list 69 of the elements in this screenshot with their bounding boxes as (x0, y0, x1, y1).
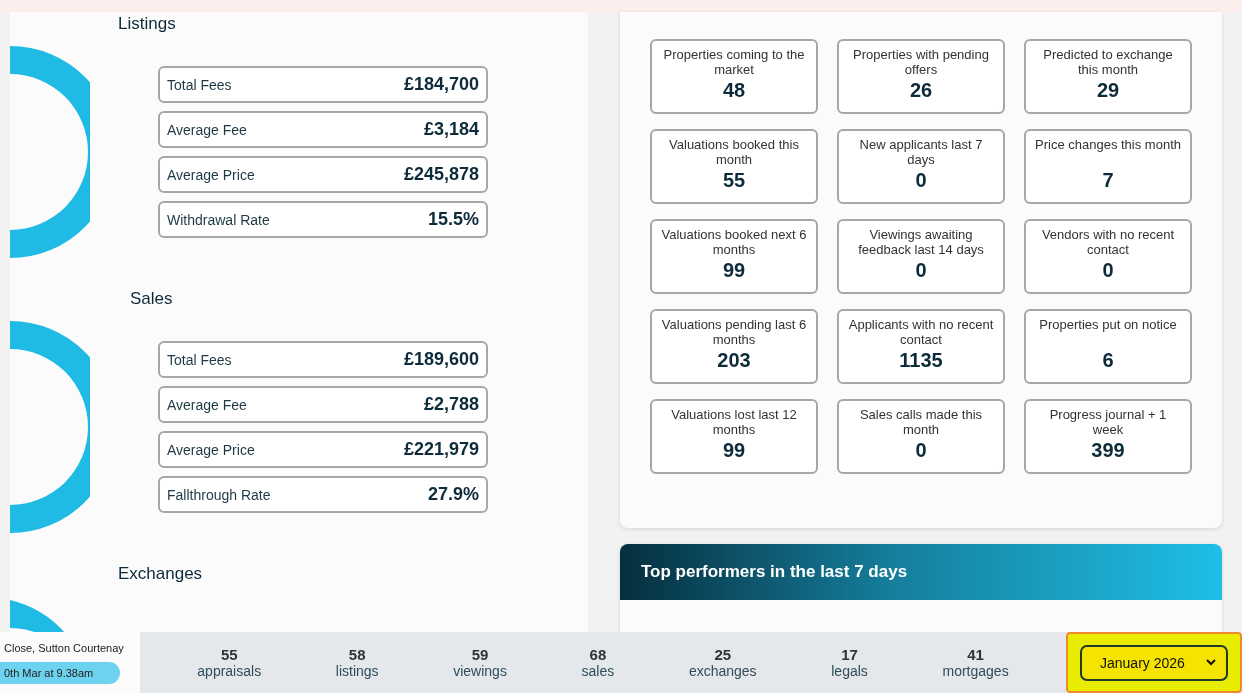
stat-label: Average Price (167, 166, 255, 183)
stat-label: Average Price (167, 441, 255, 458)
kpi-value: 0 (915, 439, 927, 462)
footer-stat-value: 68 (589, 646, 607, 663)
kpi-value: 7 (1102, 169, 1114, 192)
section-title: Sales (130, 289, 174, 310)
month-dropdown[interactable]: January 2026 (1080, 644, 1228, 681)
footer-stat-label: legals (831, 663, 868, 679)
kpi-value: 0 (1102, 259, 1114, 282)
footer-stat-label: sales (581, 663, 615, 679)
stat-value: £184,700 (403, 74, 479, 95)
kpi-value: 48 (722, 79, 746, 102)
address-text: Close, Sutton Courtenay (3, 641, 125, 654)
footer-stat-value: 25 (714, 646, 732, 663)
kpi-value: 203 (717, 349, 751, 372)
kpi-value: 399 (1091, 439, 1125, 462)
footer-stat-value: 58 (348, 646, 366, 663)
kpi-value: 1135 (899, 349, 943, 372)
top-performers-title: Top performers in the last 7 days (641, 562, 908, 582)
kpi-label: Viewings awaiting feedback last 14 days (857, 227, 985, 257)
kpi-value: 55 (722, 169, 746, 192)
section-title: Exchanges (118, 564, 204, 585)
stat-label: Total Fees (167, 76, 232, 93)
stat-value: £245,878 (403, 164, 479, 185)
stat-label: Total Fees (167, 351, 232, 368)
stat-value: £221,979 (403, 439, 479, 460)
footer-stat-label: appraisals (197, 663, 262, 679)
kpi-label: Valuations booked next 6 months (661, 227, 807, 257)
kpi-label: New applicants last 7 days (858, 137, 984, 167)
kpi-label: Price changes this month (1035, 137, 1181, 154)
kpi-value: 0 (915, 169, 927, 192)
stat-value: 15.5% (427, 209, 479, 230)
footer-stat-label: viewings (453, 663, 507, 679)
stat-value: £3,184 (423, 119, 479, 140)
kpi-value: 0 (915, 259, 927, 282)
kpi-value: 99 (722, 259, 746, 282)
kpi-label: Vendors with no recent contact (1040, 227, 1176, 257)
kpi-value: 29 (1096, 79, 1120, 102)
stat-label: Withdrawal Rate (167, 211, 270, 228)
kpi-value: 6 (1102, 349, 1114, 372)
kpi-label: Sales calls made this month (858, 407, 984, 437)
kpi-label: Progress journal + 1 week (1048, 407, 1168, 437)
stat-value: £189,600 (403, 349, 479, 370)
footer-stat-label: exchanges (688, 663, 757, 679)
kpi-value: 99 (722, 439, 746, 462)
kpi-label: Valuations lost last 12 months (670, 407, 798, 437)
kpi-label: Valuations booked this month (668, 137, 800, 167)
footer-stat-value: 59 (471, 646, 489, 663)
kpi-label: Properties with pending offers (852, 47, 990, 77)
stat-value: 27.9% (427, 484, 479, 505)
stat-label: Average Fee (167, 121, 247, 138)
time-pill: 0th Mar at 9.38am (0, 661, 120, 684)
stat-label: Average Fee (167, 396, 247, 413)
chevron-down-icon (1206, 659, 1216, 666)
footer-stat-value: 55 (220, 646, 238, 663)
section-title: Listings (118, 14, 177, 35)
kpi-label: Valuations pending last 6 months (661, 317, 807, 347)
footer-stat-value: 17 (841, 646, 858, 663)
footer-stat-value: 41 (967, 646, 984, 663)
footer-stat-label: listings (335, 663, 379, 679)
kpi-label: Applicants with no recent contact (848, 317, 994, 347)
kpi-label: Predicted to exchange this month (1042, 47, 1174, 77)
kpi-value: 26 (909, 79, 933, 102)
stat-value: £2,788 (423, 394, 479, 415)
kpi-label: Properties put on notice (1039, 317, 1177, 334)
footer-stat-label: mortgages (942, 663, 1009, 679)
kpi-label: Properties coming to the market (662, 47, 806, 77)
donut-chart-drawing (10, 600, 66, 634)
stat-label: Fallthrough Rate (167, 486, 271, 503)
